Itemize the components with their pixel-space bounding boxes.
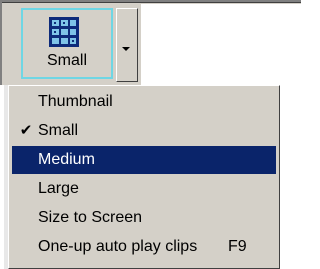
size-button[interactable]: Small	[21, 8, 113, 79]
menu-item-label: Large	[38, 180, 79, 197]
menu-item-large[interactable]: Large	[12, 175, 276, 203]
menu-item-shortcut: F9	[228, 238, 247, 255]
menu-item-small[interactable]: ✔ Small	[12, 117, 276, 145]
menu-item-medium[interactable]: Medium	[12, 146, 276, 174]
menu-item-size-to-screen[interactable]: Size to Screen	[12, 204, 276, 232]
menu-item-label: One-up auto play clips	[38, 238, 198, 255]
menu-item-label: Thumbnail	[38, 93, 113, 110]
content-area	[141, 4, 301, 85]
menu-item-label: Small	[38, 122, 79, 139]
menu-item-label: Size to Screen	[38, 209, 143, 226]
toolbar: Small	[0, 0, 301, 85]
size-menu: Thumbnail ✔ Small Medium Large Size to S…	[8, 85, 280, 269]
checkmark-icon: ✔	[19, 122, 33, 139]
chevron-down-icon	[122, 47, 130, 51]
menu-item-one-up-auto-play[interactable]: One-up auto play clips F9	[12, 233, 276, 261]
thumbnail-grid-icon	[49, 17, 79, 47]
menu-item-label: Medium	[38, 151, 95, 168]
size-button-label: Small	[46, 52, 87, 69]
size-dropdown-button[interactable]	[116, 8, 138, 82]
toolbar-frame-left	[0, 0, 2, 85]
menu-item-thumbnail[interactable]: Thumbnail	[12, 88, 276, 116]
toolbar-frame-top-shadow	[0, 2, 301, 3]
